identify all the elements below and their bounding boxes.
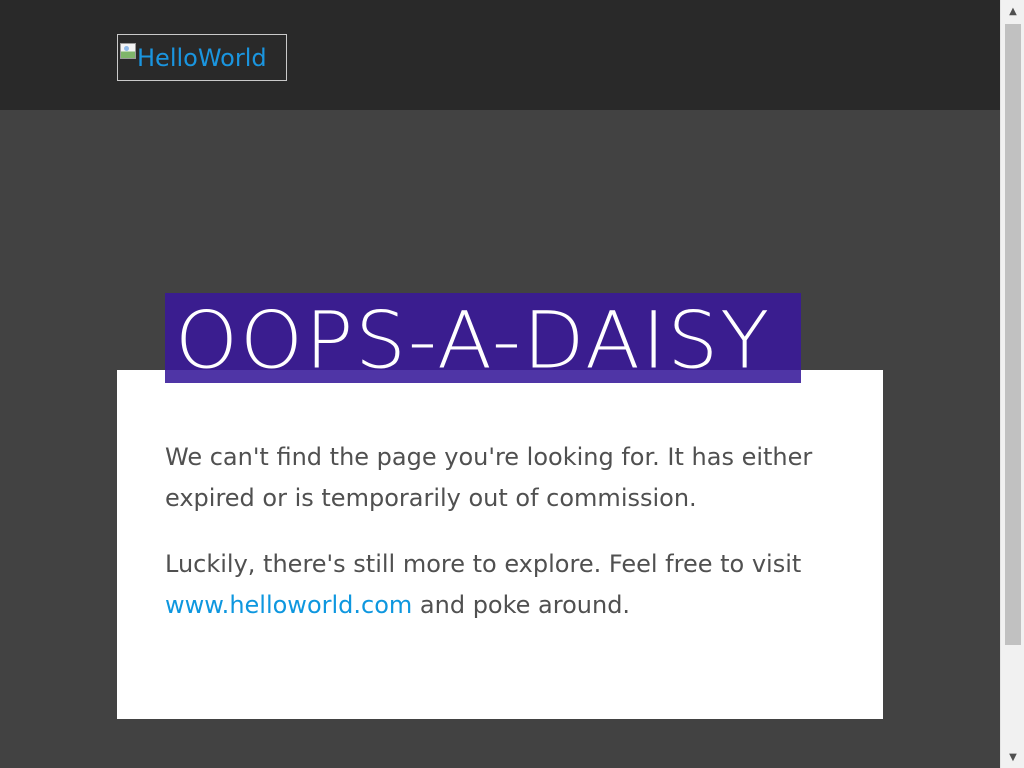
not-found-message: We can't find the page you're looking fo… [165, 443, 813, 512]
logo-alt-text: HelloWorld [137, 43, 267, 72]
browser-viewport: HelloWorld OOPS-A-DAISY We can't find th… [0, 0, 1024, 768]
error-title-band: OOPS-A-DAISY [165, 293, 801, 383]
scroll-up-arrow-icon[interactable]: ▲ [1001, 0, 1024, 22]
vertical-scrollbar[interactable]: ▲ ▼ [1000, 0, 1024, 768]
homepage-link[interactable]: www.helloworld.com [165, 591, 412, 619]
error-page: HelloWorld OOPS-A-DAISY We can't find th… [0, 0, 1000, 768]
scroll-down-arrow-icon[interactable]: ▼ [1001, 746, 1024, 768]
explore-message: Luckily, there's still more to explore. … [165, 544, 845, 626]
site-header: HelloWorld [0, 0, 1000, 110]
helloworld-logo-link[interactable]: HelloWorld [117, 34, 287, 81]
explore-message-end: and poke around. [412, 591, 631, 619]
page-title: OOPS-A-DAISY [175, 294, 772, 383]
broken-image-icon [120, 43, 136, 59]
scrollbar-thumb[interactable] [1005, 24, 1021, 645]
explore-message-start: Luckily, there's still more to explore. … [165, 550, 802, 578]
